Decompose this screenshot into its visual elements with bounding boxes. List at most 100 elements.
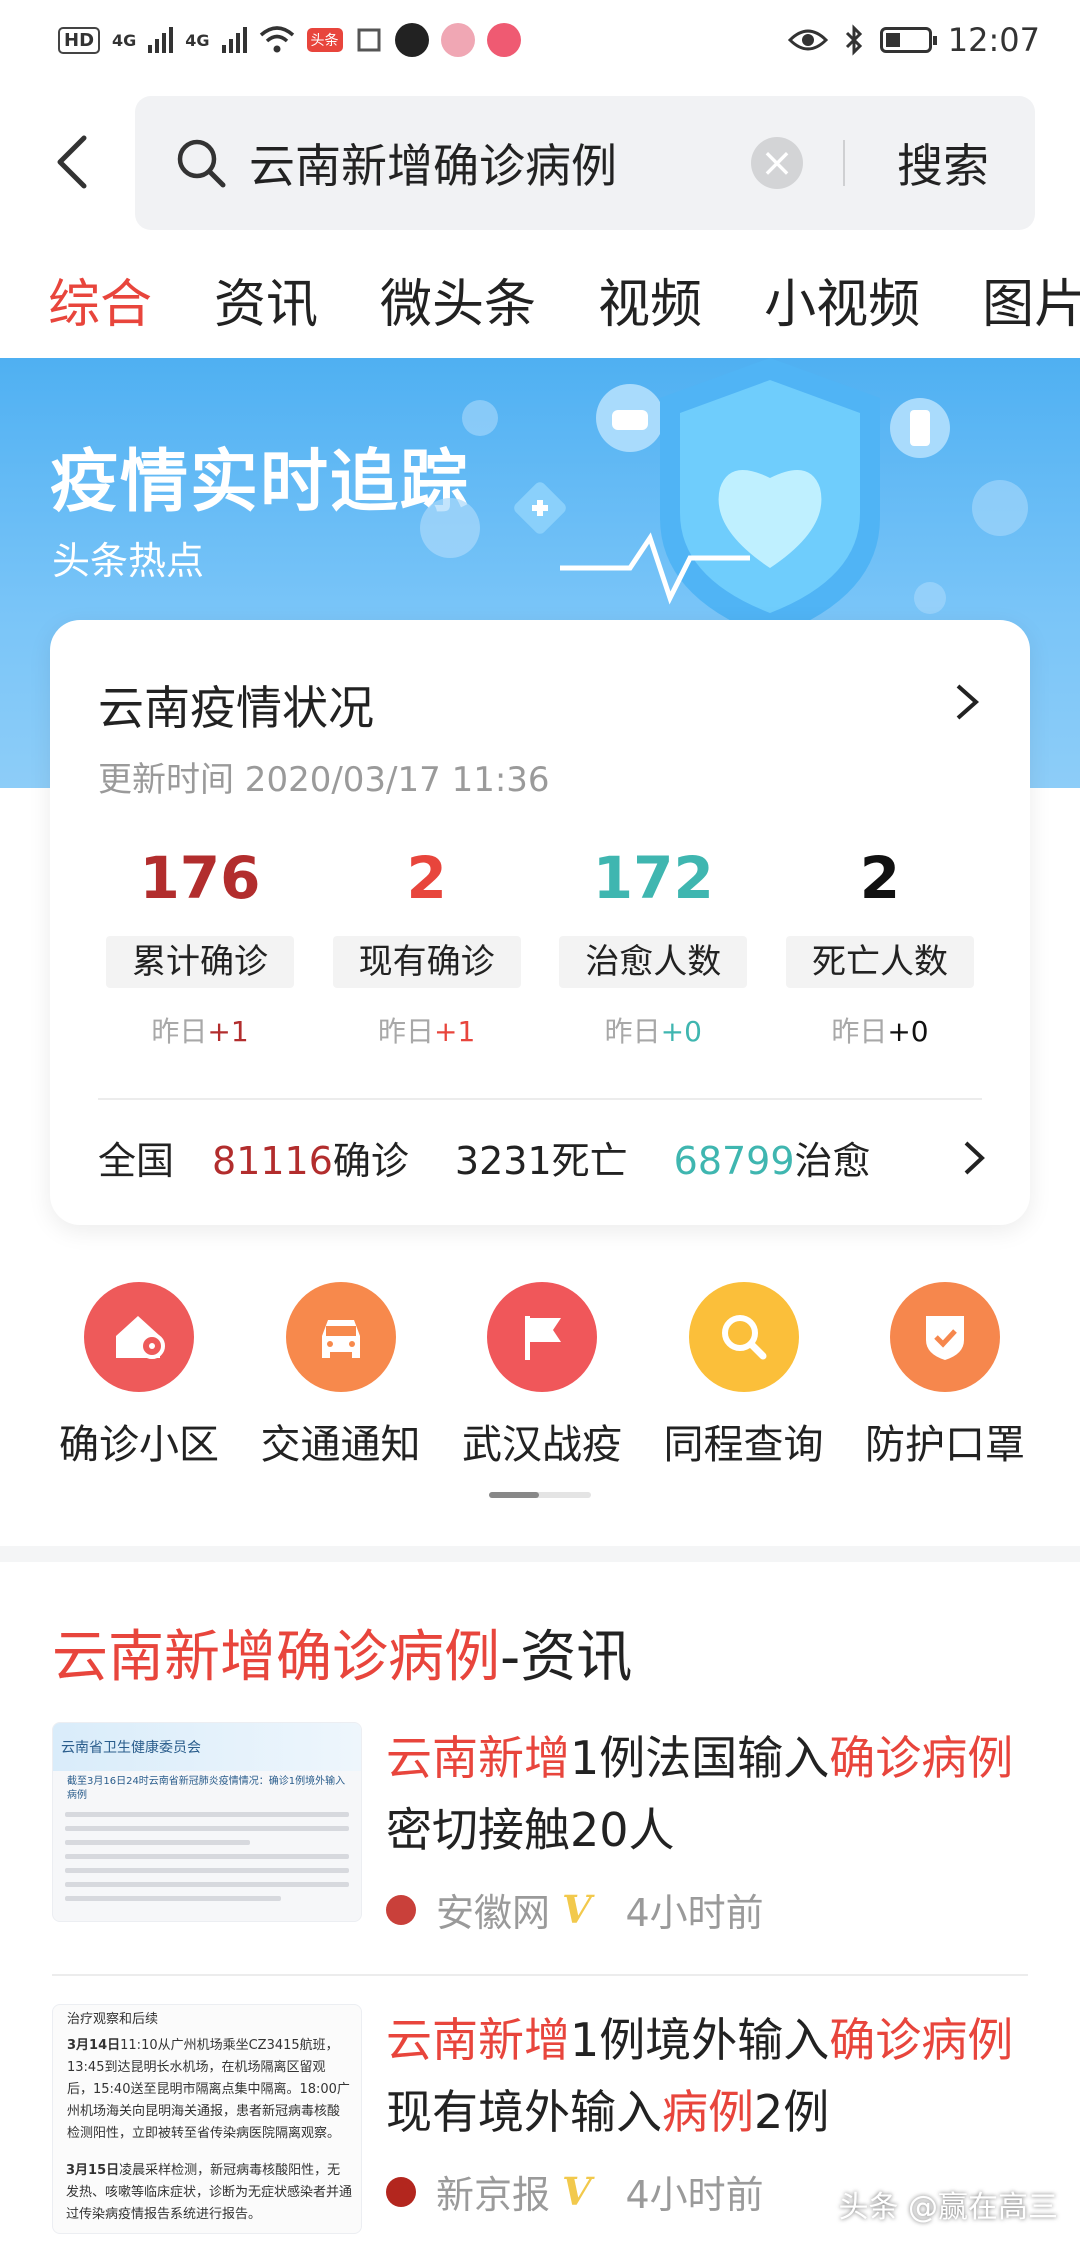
battery-icon [879,27,937,53]
thumb-subheader: 截至3月16日24时云南省新冠肺炎疫情情况：确诊1例境外输入病例 [67,1776,346,1801]
news-headline[interactable]: 云南新增1例法国输入确诊病例 密切接触20人 [386,1722,1046,1866]
delta-value: +0 [660,1015,702,1048]
thumb-text-line [65,1840,250,1845]
stat-delta: 昨日+1 [106,1010,294,1050]
result-tabs: 综合 资讯 微头条 视频 小视频 图片 [48,262,1080,335]
watermark: 头条 @赢在高三 [838,2190,1058,2225]
national-confirmed-label: 确诊 [332,1139,409,1183]
national-cured: 68799治愈 [674,1130,871,1185]
thumb-header: 云南省卫生健康委员会 [53,1723,361,1771]
search-button[interactable]: 搜索 [897,130,989,196]
news-headline[interactable]: 云南新增1例境外输入确诊病例 现有境外输入病例2例 [386,2004,1046,2148]
national-cured-label: 治愈 [794,1139,871,1183]
thumb-para2-date: 3月15日 [66,2163,120,2178]
tab-news[interactable]: 资讯 [214,262,318,335]
shield-check-icon [890,1282,1000,1392]
stat-value: 2 [859,844,901,912]
delta-prefix: 昨日 [151,1015,208,1048]
stat-cured: 172 治愈人数 昨日+0 [559,842,748,1050]
news-source[interactable]: 安徽网 [436,1882,550,1937]
back-arrow-icon[interactable] [46,132,106,192]
stat-total-confirmed: 176 累计确诊 昨日+1 [106,842,294,1050]
stat-value: 172 [592,844,714,912]
verified-icon: V [562,2169,592,2214]
shortcut-label: 防护口罩 [865,1422,1025,1468]
clock: 12:07 [947,21,1040,59]
shield-heart-illustration [420,358,1028,638]
shortcut-confirmed-community[interactable]: 确诊小区 [44,1282,234,1470]
search-input[interactable]: 云南新增确诊病例 [249,130,751,196]
headline-part: 1例法国输入 [570,1731,830,1785]
search-header: 云南新增确诊病例 × 搜索 [0,96,1080,230]
stats-row: 176 累计确诊 昨日+1 2 现有确诊 昨日+1 172 治愈人数 昨日+0 … [50,842,1030,1050]
signal-label-1: 4G [112,30,137,50]
headline-part: 病例 [662,2085,754,2139]
shortcut-same-trip-query[interactable]: 同程查询 [649,1282,839,1470]
clear-icon[interactable]: × [751,137,803,189]
car-icon [285,1282,396,1392]
shortcut-masks[interactable]: 防护口罩 [850,1282,1040,1470]
flag-icon [487,1282,597,1392]
shortcut-label: 确诊小区 [59,1422,219,1468]
search-box[interactable]: 云南新增确诊病例 × 搜索 [135,96,1035,230]
tab-comprehensive[interactable]: 综合 [48,262,152,335]
thumb-para1-text: 11:10从广州机场乘坐CZ3415航班，13:45到达昆明长水机场，在机场隔离… [67,2038,350,2141]
search-icon [177,139,226,188]
delta-value: +1 [207,1015,249,1048]
shortcut-traffic-notice[interactable]: 交通通知 [246,1282,436,1470]
stat-label: 治愈人数 [559,936,748,988]
national-confirmed-value: 81116 [212,1139,333,1183]
signal-label-2: 4G [185,30,210,50]
national-deaths-value: 3231 [454,1139,552,1183]
tab-short-videos[interactable]: 小视频 [764,262,920,335]
delta-value: +0 [887,1015,929,1048]
stat-label: 现有确诊 [332,936,521,988]
delta-prefix: 昨日 [378,1015,435,1048]
banner-subtitle: 头条热点 [52,539,205,583]
tab-images[interactable]: 图片 [982,262,1080,335]
headline-part: 1例境外输入 [570,2013,830,2067]
headline-part: 现有境外输入 [386,2085,662,2139]
news-meta: 安徽网 V 4小时前 [386,1882,1046,1937]
shortcut-wuhan-fight[interactable]: 武汉战疫 [447,1282,637,1470]
shortcut-label: 武汉战疫 [462,1422,622,1468]
search-divider [843,140,845,186]
stat-value: 176 [139,844,261,912]
headline-part: 密切接触20人 [386,1803,675,1857]
delta-prefix: 昨日 [604,1015,661,1048]
tiktok-icon [394,23,429,57]
news-text: 云南新增1例法国输入确诊病例 密切接触20人 安徽网 V 4小时前 [386,1722,1046,1937]
headline-part: 云南新增 [386,2013,570,2067]
thumb-text-line [65,1812,349,1817]
shortcut-grid: 确诊小区 交通通知 武汉战疫 同程查询 防护口罩 [44,1282,1040,1470]
headline-part: 确诊病例 [829,1731,1014,1785]
tab-videos[interactable]: 视频 [598,262,702,335]
stat-delta: 昨日+0 [786,1010,974,1050]
card-title: 云南疫情状况 [98,681,374,735]
red-app-icon [486,23,521,57]
national-cured-value: 68799 [673,1139,795,1183]
headline-part: 确诊病例 [829,2013,1014,2067]
section-divider [0,1546,1080,1562]
wifi-icon [259,26,294,53]
signal-bars-icon [148,27,174,53]
national-summary[interactable]: 全国 81116确诊 3231死亡 68799治愈 [98,1130,988,1185]
update-time: 更新时间 2020/03/17 11:36 [98,760,550,800]
tab-micro-posts[interactable]: 微头条 [380,262,536,335]
chevron-right-icon[interactable] [960,1139,988,1177]
thumb-para1-date: 3月14日 [67,2038,121,2053]
chevron-right-icon[interactable] [952,682,982,722]
status-bar: HD 4G 4G 头条 12:07 [0,0,1080,80]
verified-icon: V [562,1887,592,1932]
yunnan-status-card[interactable]: 云南疫情状况 更新时间 2020/03/17 11:36 176 累计确诊 昨日… [50,620,1030,1225]
thumb-text-line [65,1868,349,1873]
headline-part: 云南新增 [386,1731,570,1785]
home-location-icon [84,1282,194,1392]
thumb-paragraph-2: 3月15日凌晨采样检测，新冠病毒核酸阳性，无发热、咳嗽等临床症状，诊断为无症状感… [52,2160,362,2244]
source-logo-icon [386,2176,416,2207]
news-time: 4小时前 [625,2173,764,2217]
news-item[interactable]: 云南省卫生健康委员会 截至3月16日24时云南省新冠肺炎疫情情况：确诊1例境外输… [52,1722,1028,1952]
delta-prefix: 昨日 [831,1015,888,1048]
headline-part: 2例 [754,2085,830,2139]
news-source[interactable]: 新京报 [436,2164,550,2219]
